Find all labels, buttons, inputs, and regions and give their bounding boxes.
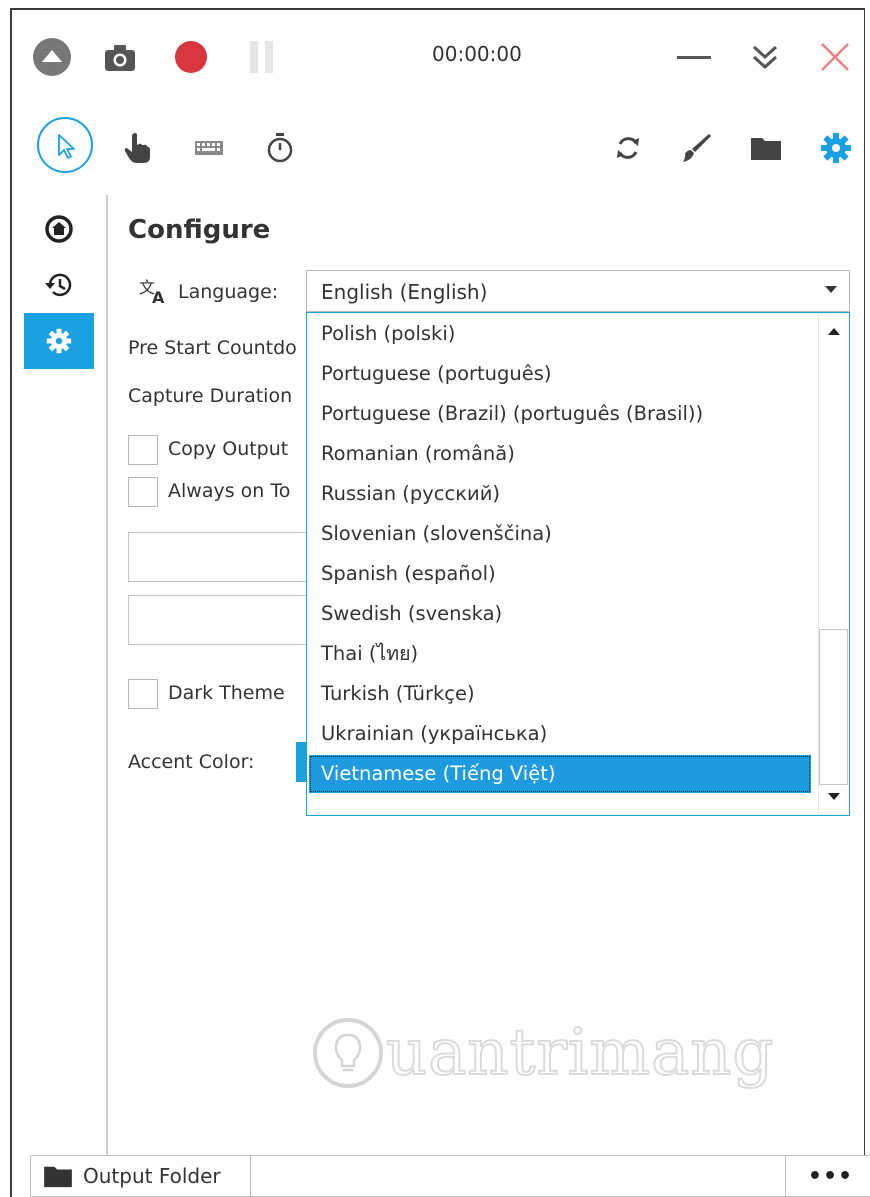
dark-theme-checkbox[interactable]: [128, 679, 158, 709]
accent-color-label: Accent Color:: [128, 751, 255, 773]
translate-icon: 文 A: [139, 278, 165, 305]
always-on-top-label: Always on To: [168, 480, 291, 502]
pre-start-countdown-label: Pre Start Countdo: [128, 337, 297, 359]
record-button[interactable]: [170, 36, 212, 78]
home-icon: [45, 215, 73, 243]
scroll-down-button[interactable]: [819, 781, 848, 813]
sidebar-item-history[interactable]: [24, 257, 94, 313]
watermark-logo: uantrimang: [310, 1015, 774, 1091]
folder-button[interactable]: [746, 128, 786, 168]
language-option[interactable]: Spanish (español): [309, 555, 811, 593]
folder-icon: [751, 138, 781, 160]
scroll-up-button[interactable]: [819, 315, 848, 347]
language-select[interactable]: English (English): [306, 270, 850, 312]
language-option[interactable]: Turkish (Türkçe): [309, 675, 811, 713]
hand-icon: [124, 133, 150, 163]
refresh-button[interactable]: [608, 128, 648, 168]
title-bar: 00:00:00: [12, 10, 864, 105]
pause-button[interactable]: [242, 36, 282, 78]
language-option[interactable]: Russian (русский): [309, 475, 811, 513]
keyboard-icon: [195, 141, 223, 155]
settings-button[interactable]: [816, 128, 856, 168]
cursor-tool-button[interactable]: [36, 116, 94, 174]
capture-duration-label: Capture Duration: [128, 385, 293, 407]
language-option[interactable]: Portuguese (Brazil) (português (Brasil)): [309, 395, 811, 433]
folder-icon: [44, 1166, 72, 1188]
close-button[interactable]: [815, 38, 855, 76]
chevron-down-icon: [827, 793, 840, 800]
minimize-icon: [677, 56, 711, 59]
svg-text:A: A: [152, 288, 165, 305]
output-folder-button[interactable]: Output Folder: [31, 1156, 251, 1196]
refresh-icon: [617, 137, 639, 159]
language-dropdown-list[interactable]: Polish (polski) Portuguese (português) Por…: [306, 312, 850, 816]
copy-output-label: Copy Output: [168, 438, 289, 460]
page-title: Configure: [128, 215, 271, 245]
sidebar-item-home[interactable]: [24, 201, 94, 257]
output-folder-label: Output Folder: [83, 1164, 221, 1188]
clicks-tool-button[interactable]: [118, 128, 158, 168]
language-option[interactable]: Romanian (română): [309, 435, 811, 473]
record-icon: [175, 41, 207, 73]
close-icon: [821, 43, 849, 71]
chevron-down-icon: [825, 286, 837, 293]
timer-tool-button[interactable]: [262, 128, 298, 168]
language-label: Language:: [178, 281, 279, 303]
lightbulb-icon: [313, 1018, 383, 1088]
sidebar: [12, 195, 108, 1157]
always-on-top-checkbox[interactable]: [128, 477, 158, 507]
sidebar-item-settings[interactable]: [24, 313, 94, 369]
status-bar: Output Folder •••: [30, 1155, 870, 1197]
minimize-button[interactable]: [674, 40, 714, 74]
language-option[interactable]: Slovenian (slovenščina): [309, 515, 811, 553]
history-icon: [45, 273, 72, 297]
collapse-up-icon: [33, 38, 71, 76]
screenshot-button[interactable]: [100, 38, 140, 78]
language-option[interactable]: Swedish (svenska): [309, 595, 811, 633]
keystrokes-tool-button[interactable]: [192, 136, 226, 160]
language-option[interactable]: Thai (ไทย): [309, 635, 811, 673]
gear-icon: [46, 328, 72, 354]
recording-timer: 00:00:00: [432, 42, 522, 66]
language-select-value: English (English): [321, 280, 488, 304]
brush-button[interactable]: [676, 128, 716, 168]
configure-panel: Configure 文 A Language: English (English…: [110, 195, 864, 1157]
language-option[interactable]: Vietnamese (Tiếng Việt): [309, 755, 811, 793]
chevron-up-icon: [827, 328, 840, 335]
minimize-to-tray-button[interactable]: [745, 38, 785, 76]
collapse-button[interactable]: [30, 35, 74, 79]
toolbar: [12, 110, 864, 185]
cursor-icon: [37, 117, 93, 173]
watermark-text: uantrimang: [385, 1015, 775, 1091]
language-option[interactable]: Portuguese (português): [309, 355, 811, 393]
copy-output-checkbox[interactable]: [128, 435, 158, 465]
app-window: 00:00:00 Configure 文 A Language: English…: [10, 8, 870, 1197]
dark-theme-label: Dark Theme: [168, 682, 285, 704]
text-input-2[interactable]: [128, 595, 328, 645]
text-input-1[interactable]: [128, 532, 328, 582]
more-options-button[interactable]: •••: [785, 1156, 870, 1196]
gear-icon: [821, 133, 851, 163]
language-option[interactable]: Ukrainian (українська): [309, 715, 811, 753]
pause-icon: [250, 41, 273, 73]
language-option[interactable]: Polish (polski): [309, 315, 811, 353]
stopwatch-icon: [267, 133, 293, 163]
camera-icon: [105, 45, 135, 71]
chevron-double-down-icon: [752, 45, 778, 70]
dropdown-scrollbar[interactable]: [818, 315, 848, 813]
scrollbar-thumb[interactable]: [819, 629, 848, 785]
brush-icon: [683, 134, 711, 162]
